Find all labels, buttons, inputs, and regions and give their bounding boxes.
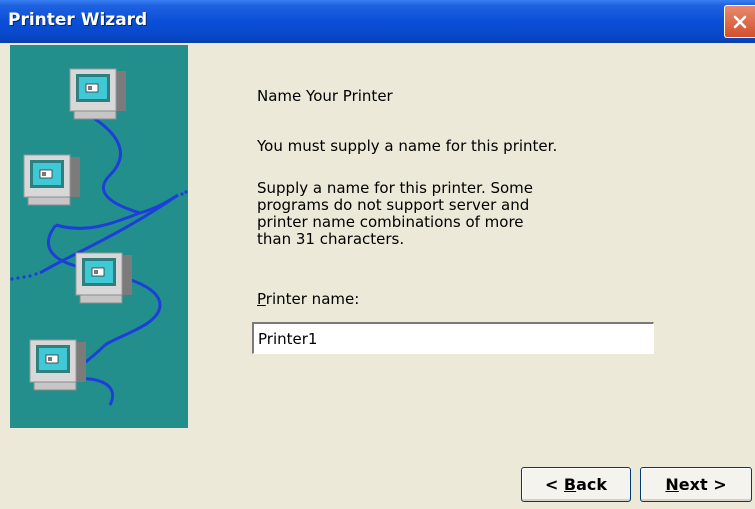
description-line: than 31 characters. bbox=[257, 230, 405, 248]
title-bar[interactable]: Printer Wizard bbox=[0, 0, 755, 43]
back-button[interactable]: < Back bbox=[521, 467, 631, 502]
wizard-subtitle: You must supply a name for this printer. bbox=[257, 137, 558, 155]
printer-wizard-window: Printer Wizard Name Your Printer You mus… bbox=[0, 0, 755, 509]
next-button-mnemonic: N bbox=[665, 475, 679, 494]
label-mnemonic: P bbox=[257, 290, 266, 308]
label-text: rinter name: bbox=[265, 290, 360, 308]
description-line: Supply a name for this printer. Some bbox=[257, 179, 534, 197]
wizard-illustration bbox=[10, 45, 188, 428]
next-button[interactable]: Next > bbox=[640, 467, 752, 502]
close-button[interactable] bbox=[724, 5, 755, 38]
back-button-mnemonic: B bbox=[563, 475, 577, 494]
wizard-heading: Name Your Printer bbox=[257, 87, 393, 105]
next-button-text: ext > bbox=[678, 475, 727, 494]
description-line: programs do not support server and bbox=[257, 196, 530, 214]
description-line: printer name combinations of more bbox=[257, 213, 524, 231]
network-computers-illustration bbox=[10, 68, 188, 406]
back-button-text: ack bbox=[576, 475, 608, 494]
back-button-prefix: < bbox=[544, 475, 564, 494]
printer-name-label: Printer name: bbox=[257, 291, 359, 308]
printer-name-input[interactable] bbox=[252, 322, 654, 354]
window-title: Printer Wizard bbox=[8, 10, 148, 30]
wizard-description: Supply a name for this printer. Some pro… bbox=[257, 180, 567, 248]
close-icon bbox=[733, 15, 747, 28]
